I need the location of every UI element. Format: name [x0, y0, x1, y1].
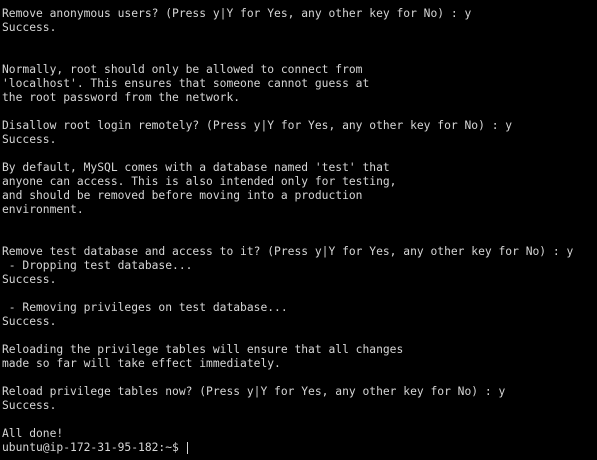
terminal-line: anyone can access. This is also intended…	[2, 175, 397, 188]
terminal-line: - Removing privileges on test database..…	[2, 301, 288, 314]
terminal-line: Remove anonymous users? (Press y|Y for Y…	[2, 7, 472, 20]
terminal-line: Disallow root login remotely? (Press y|Y…	[2, 119, 513, 132]
terminal-line: the root password from the network.	[2, 91, 241, 104]
shell-prompt: ubuntu@ip-172-31-95-182:~$	[2, 441, 186, 454]
terminal-line: Reload privilege tables now? (Press y|Y …	[2, 385, 506, 398]
terminal-line: 'localhost'. This ensures that someone c…	[2, 77, 370, 90]
terminal-line: - Dropping test database...	[2, 259, 193, 272]
terminal-line: Success.	[2, 315, 57, 328]
terminal-line: Normally, root should only be allowed to…	[2, 63, 363, 76]
text-cursor	[186, 442, 188, 454]
terminal-line: Success.	[2, 133, 57, 146]
terminal-line: made so far will take effect immediately…	[2, 357, 281, 370]
terminal-line: and should be removed before moving into…	[2, 189, 363, 202]
terminal-line: Remove test database and access to it? (…	[2, 245, 574, 258]
prompt-line[interactable]: ubuntu@ip-172-31-95-182:~$	[2, 441, 597, 455]
terminal-line: Success.	[2, 273, 57, 286]
terminal-line: All done!	[2, 427, 64, 440]
terminal-line: By default, MySQL comes with a database …	[2, 161, 390, 174]
terminal-line: Success.	[2, 21, 57, 34]
terminal-line: Reloading the privilege tables will ensu…	[2, 343, 404, 356]
terminal-window[interactable]: Remove anonymous users? (Press y|Y for Y…	[0, 0, 597, 460]
terminal-line: environment.	[2, 203, 84, 216]
terminal-line: Success.	[2, 399, 57, 412]
